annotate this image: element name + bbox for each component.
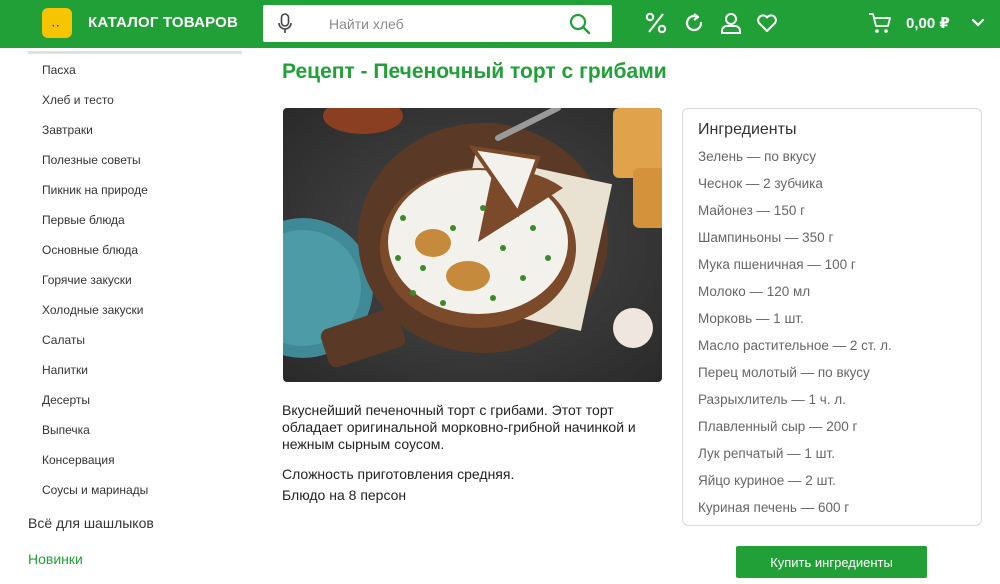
ingredients-panel: Ингредиенты Зелень — по вкусу Чеснок — 2… (682, 108, 982, 526)
sidebar-item-hot-snacks[interactable]: Горячие закуски (42, 270, 148, 300)
search-input[interactable] (329, 13, 559, 35)
page-title: Рецепт - Печеночный торт с грибами (282, 60, 667, 83)
sidebar-item-salads[interactable]: Салаты (42, 330, 148, 360)
user-icon[interactable] (720, 11, 742, 35)
logo-mark: ·· (52, 21, 61, 32)
sidebar-item-new[interactable]: Новинки (28, 551, 83, 567)
ingredient-item: Мука пшеничная — 100 г (698, 257, 856, 272)
logo[interactable]: ·· (42, 8, 72, 38)
ingredient-item: Масло растительное — 2 ст. л. (698, 338, 892, 353)
sidebar-item-desserts[interactable]: Десерты (42, 390, 148, 420)
top-header: ·· КАТАЛОГ ТОВАРОВ 0,00 ₽ (0, 0, 1000, 48)
search-bar (263, 5, 612, 42)
sidebar-item-bread[interactable]: Хлеб и тесто (42, 90, 148, 120)
search-icon[interactable] (569, 13, 591, 35)
heart-icon[interactable] (756, 11, 778, 35)
sidebar-item-sauces[interactable]: Соусы и маринады (42, 480, 148, 510)
mic-icon[interactable] (277, 13, 293, 35)
sidebar-item-baking[interactable]: Выпечка (42, 420, 148, 450)
ingredient-item: Чеснок — 2 зубчика (698, 176, 823, 191)
ingredient-item: Яйцо куриное — 2 шт. (698, 473, 836, 488)
ingredient-item: Куриная печень — 600 г (698, 500, 850, 515)
cart-icon[interactable] (868, 11, 892, 35)
refresh-icon[interactable] (682, 11, 706, 35)
recipe-difficulty: Сложность приготовления средняя. (282, 466, 515, 482)
recipe-details: Сложность приготовления средняя. Блюдо н… (282, 464, 514, 506)
ingredient-item: Морковь — 1 шт. (698, 311, 804, 326)
ingredient-item: Перец молотый — по вкусу (698, 365, 870, 380)
sidebar-item-tips[interactable]: Полезные советы (42, 150, 148, 180)
sidebar-item-main-courses[interactable]: Основные блюда (42, 240, 148, 270)
ingredient-item: Плавленный сыр — 200 г (698, 419, 858, 434)
ingredients-list: Зелень — по вкусу Чеснок — 2 зубчика Май… (698, 148, 892, 526)
ingredient-item: Шампиньоны — 350 г (698, 230, 834, 245)
chevron-down-icon[interactable] (970, 15, 986, 31)
sidebar-divider (28, 51, 242, 54)
sidebar-item-picnic[interactable]: Пикник на природе (42, 180, 148, 210)
ingredient-item: Зелень — по вкусу (698, 149, 816, 164)
ingredient-item: Молоко — 120 мл (698, 284, 811, 299)
cart-total[interactable]: 0,00 ₽ (906, 14, 950, 32)
ingredient-item: Разрыхлитель — 1 ч. л. (698, 392, 846, 407)
recipe-servings: Блюдо на 8 персон (282, 487, 407, 503)
sidebar-item-preserves[interactable]: Консервация (42, 450, 148, 480)
ingredients-title: Ингредиенты (698, 121, 797, 138)
buy-ingredients-button[interactable]: Купить ингредиенты (736, 546, 927, 578)
sidebar-item-bbq[interactable]: Всё для шашлыков (28, 515, 154, 531)
ingredient-item: Лук репчатый — 1 шт. (698, 446, 835, 461)
recipe-description: Вкуснейший печеночный торт с грибами. Эт… (282, 402, 636, 452)
sidebar-item-breakfast[interactable]: Завтраки (42, 120, 148, 150)
sidebar-category-list: Пасха Хлеб и тесто Завтраки Полезные сов… (42, 60, 148, 510)
sidebar-item-drinks[interactable]: Напитки (42, 360, 148, 390)
sidebar-item-first-courses[interactable]: Первые блюда (42, 210, 148, 240)
catalog-menu-button[interactable]: КАТАЛОГ ТОВАРОВ (88, 14, 238, 31)
ingredient-item: Майонез — 150 г (698, 203, 806, 218)
sidebar-item-easter[interactable]: Пасха (42, 60, 148, 90)
sidebar-item-cold-snacks[interactable]: Холодные закуски (42, 300, 148, 330)
percent-icon[interactable] (645, 11, 667, 35)
recipe-photo (283, 108, 662, 382)
